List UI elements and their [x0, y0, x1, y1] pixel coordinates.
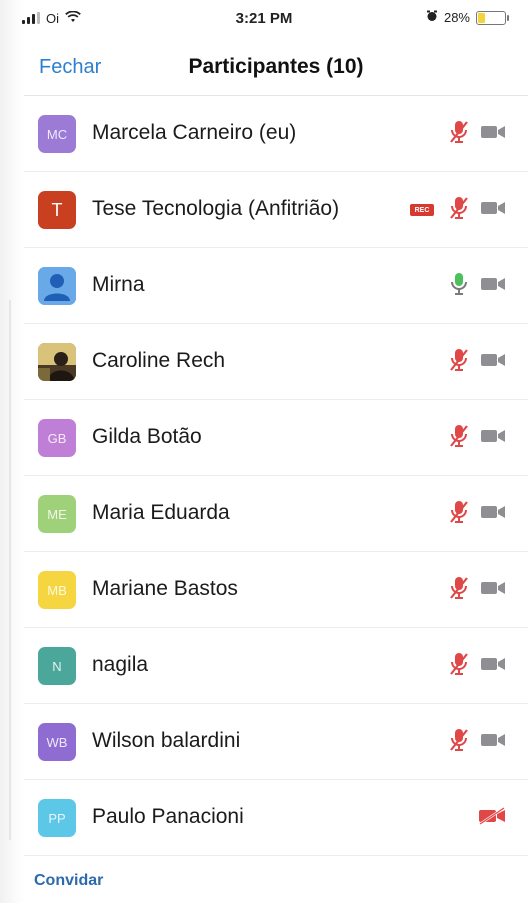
mic-active-icon [448, 271, 470, 302]
avatar-initials: MB [47, 582, 67, 598]
camera-icon [480, 200, 506, 221]
participant-row[interactable]: PP Paulo Panacioni [24, 780, 528, 856]
participant-status-icons: REC [410, 196, 506, 224]
mic-muted-icon [448, 575, 470, 606]
nav-bar: Participantes (10) Fechar [24, 40, 528, 96]
camera-icon [480, 276, 506, 297]
avatar-initials: WB [46, 734, 68, 750]
avatar-initials: N [52, 658, 62, 674]
participant-status-icons [448, 652, 506, 680]
participant-row[interactable]: Caroline Rech [24, 324, 528, 400]
mic-muted-icon [448, 423, 470, 454]
recording-badge: REC [410, 204, 434, 216]
participant-row[interactable]: T Tese Tecnologia (Anfitrião) REC [24, 172, 528, 248]
avatar-initials: ME [47, 506, 67, 522]
mic-muted-icon [448, 651, 470, 682]
participant-name: Paulo Panacioni [92, 805, 244, 828]
participant-list: MC Marcela Carneiro (eu) T Tese Tecnologia … [24, 96, 528, 856]
left-edge-decoration [0, 0, 24, 903]
avatar: GB [38, 419, 76, 457]
camera-icon [480, 124, 506, 145]
participant-name: Maria Eduarda [92, 501, 230, 524]
participant-row[interactable]: Nnagila [24, 628, 528, 704]
participant-status-icons [448, 728, 506, 756]
camera-icon [480, 580, 506, 601]
avatar-initials: T [51, 199, 63, 220]
avatar [38, 343, 76, 381]
participant-name: Mirna [92, 273, 145, 296]
participant-name: nagila [92, 653, 149, 676]
battery-percent: 28% [443, 10, 470, 25]
participant-status-icons [448, 424, 506, 452]
participant-status-icons [448, 576, 506, 604]
participant-row[interactable]: MC Marcela Carneiro (eu) [24, 96, 528, 172]
participant-row[interactable]: WB Wilson balardini [24, 704, 528, 780]
participant-row[interactable]: Mirna [24, 248, 528, 324]
avatar: MB [38, 571, 76, 609]
avatar [38, 267, 76, 305]
camera-icon [480, 428, 506, 449]
camera-off-icon [478, 806, 506, 830]
avatar-initials: PP [48, 810, 66, 826]
participant-name: Tese Tecnologia (Anfitrião) [92, 197, 340, 220]
camera-icon [480, 732, 506, 753]
avatar-initials: GB [47, 430, 67, 446]
status-bar: Oi 3:21 PM 28% [0, 0, 528, 40]
participant-name: Mariane Bastos [92, 577, 238, 600]
battery-fill [478, 12, 486, 23]
avatar: PP [38, 799, 76, 837]
avatar-initials: MC [46, 126, 68, 142]
participant-row[interactable]: MB Mariane Bastos [24, 552, 528, 628]
avatar: ME [38, 495, 76, 533]
avatar: MC [38, 115, 76, 153]
participant-row[interactable]: GB Gilda Botão [24, 400, 528, 476]
camera-icon [480, 352, 506, 373]
mic-muted-icon [448, 727, 470, 758]
battery-icon [476, 10, 509, 25]
participant-status-icons [448, 500, 506, 528]
alarm-icon [426, 10, 438, 25]
status-right: 28% [426, 10, 509, 25]
avatar: WB [38, 723, 76, 761]
participant-status-icons [448, 348, 506, 376]
avatar: N [38, 647, 76, 685]
invite-button[interactable]: Convidar [34, 872, 103, 890]
participant-name: Gilda Botão [92, 425, 202, 448]
mic-muted-icon [448, 347, 470, 378]
participant-name: Caroline Rech [92, 349, 226, 372]
participant-status-icons [478, 804, 506, 832]
camera-icon [480, 656, 506, 677]
mic-muted-icon [448, 195, 470, 226]
participant-name: Marcela Carneiro (eu) [92, 121, 297, 144]
camera-icon [480, 504, 506, 525]
mic-muted-icon [448, 499, 470, 530]
close-button[interactable]: Fechar [39, 56, 101, 79]
participant-status-icons [448, 120, 506, 148]
participant-name: Wilson balardini [92, 729, 241, 752]
avatar: T [38, 191, 76, 229]
participant-row[interactable]: ME Maria Eduarda [24, 476, 528, 552]
mic-muted-icon [448, 119, 470, 150]
edge-line [9, 300, 11, 840]
footer: Convidar [24, 856, 528, 903]
participant-status-icons [448, 272, 506, 300]
